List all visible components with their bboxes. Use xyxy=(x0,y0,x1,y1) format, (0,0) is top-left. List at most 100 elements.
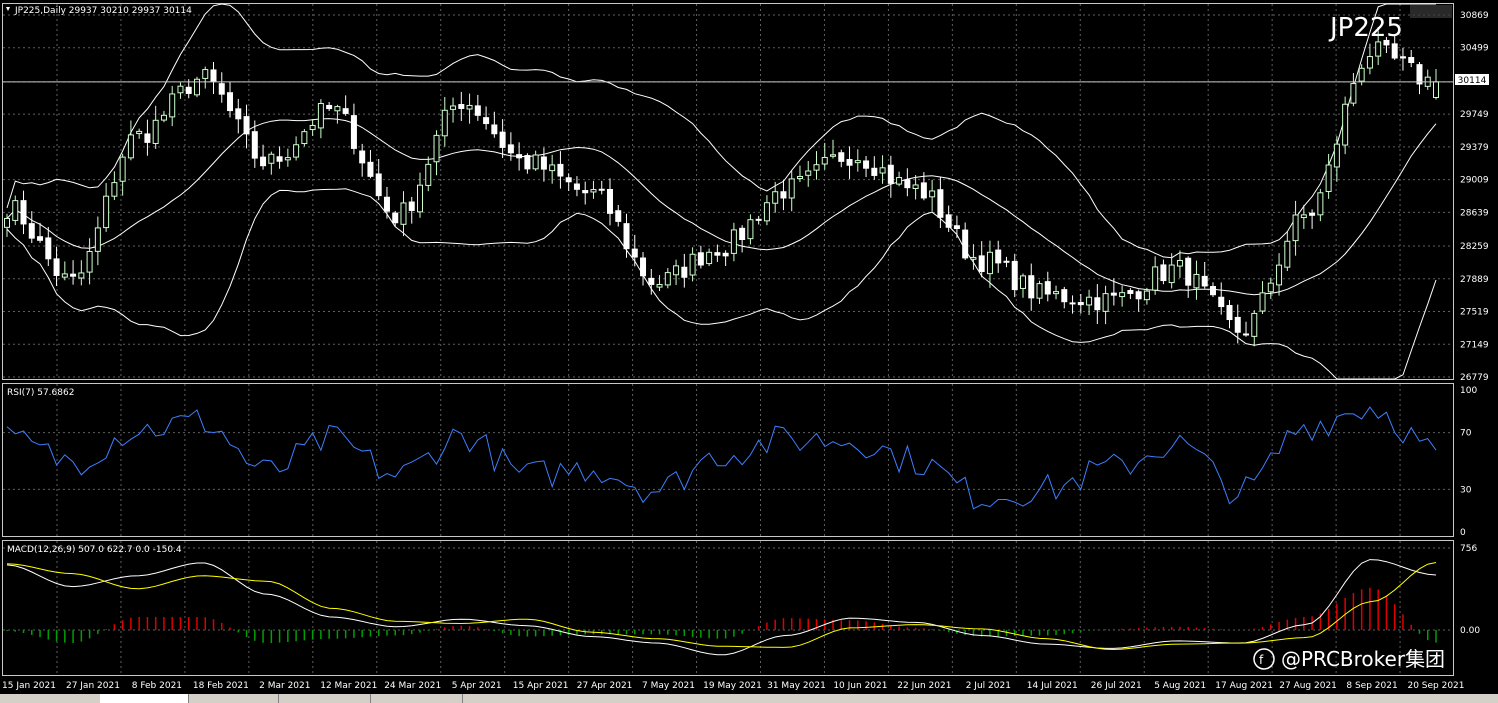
candle-bear xyxy=(37,236,44,241)
candle-bull xyxy=(334,106,341,112)
candle-bear xyxy=(227,92,234,112)
candle-bull xyxy=(1317,192,1324,216)
candle-bear xyxy=(780,191,787,199)
candle-bear xyxy=(1011,260,1018,291)
candle-bear xyxy=(904,179,911,189)
price-tick-label: 28639 xyxy=(1460,208,1489,218)
macd-panel-title: MACD(12,26,9) 507.0 622.7 0.0 -150.4 xyxy=(7,545,182,555)
candle-bull xyxy=(821,156,828,165)
price-panel-title: JP225,Daily 29937 30210 29937 30114 xyxy=(14,6,192,16)
candle-bull xyxy=(425,163,432,186)
candle-bull xyxy=(879,167,886,174)
candle-bear xyxy=(483,117,490,125)
candle-bear xyxy=(739,227,746,241)
candle-bull xyxy=(1143,290,1150,301)
candle-bear xyxy=(755,218,762,221)
candle-bear xyxy=(565,177,572,183)
candle-bear xyxy=(697,252,704,266)
candle-bear xyxy=(524,155,531,170)
candle-bull xyxy=(86,250,93,273)
candle-bear xyxy=(887,164,894,184)
candle-bull xyxy=(309,124,316,131)
candle-bull xyxy=(160,114,167,121)
candle-bear xyxy=(218,83,225,95)
candle-bull xyxy=(417,184,424,213)
candle-bull xyxy=(689,253,696,276)
candle-bear xyxy=(1160,264,1167,282)
candle-bear xyxy=(863,160,870,169)
candle-bear xyxy=(846,159,853,166)
date-tick-label: 27 Apr 2021 xyxy=(577,681,633,691)
chart-tab-4[interactable] xyxy=(278,694,371,703)
candle-bear xyxy=(582,190,589,194)
date-tick-label: 5 Aug 2021 xyxy=(1154,681,1206,691)
candle-bull xyxy=(664,272,671,286)
candle-bear xyxy=(1234,316,1241,333)
candle-bull xyxy=(441,109,448,137)
candle-bear xyxy=(185,86,192,94)
date-tick-label: 18 Feb 2021 xyxy=(193,681,249,691)
chart-tab-3[interactable] xyxy=(188,694,279,703)
price-tick-label: 27519 xyxy=(1460,308,1489,318)
candle-bull xyxy=(796,175,803,180)
candle-bear xyxy=(714,252,721,256)
candle-bull xyxy=(1350,83,1357,104)
candle-bull xyxy=(127,134,134,159)
candle-bear xyxy=(1094,297,1101,311)
candle-bear xyxy=(1218,296,1225,308)
candle-bear xyxy=(210,69,217,82)
candle-bear xyxy=(1003,260,1010,263)
candle-bull xyxy=(772,191,779,204)
candle-bear xyxy=(1061,289,1068,303)
candle-bull xyxy=(763,202,770,222)
candle-bull xyxy=(912,184,919,189)
candle-bear xyxy=(1127,290,1134,294)
candle-bull xyxy=(1342,103,1349,146)
current-price-label: 30114 xyxy=(1458,76,1487,86)
candle-bull xyxy=(78,272,85,279)
candle-bear xyxy=(260,156,267,167)
candle-bull xyxy=(673,265,680,276)
candle-bear xyxy=(375,173,382,197)
candle-bull xyxy=(656,283,663,288)
candle-bull xyxy=(1168,264,1175,284)
candle-bear xyxy=(251,131,258,159)
candle-bull xyxy=(169,93,176,118)
candle-bear xyxy=(1044,281,1051,295)
candle-bear xyxy=(1069,302,1076,305)
candle-bull xyxy=(1019,275,1026,289)
date-tick-label: 8 Feb 2021 xyxy=(132,681,182,691)
date-tick-label: 2 Jul 2021 xyxy=(966,681,1011,691)
candle-bear xyxy=(326,104,333,110)
candle-bull xyxy=(1102,293,1109,312)
price-title-group: JP225,Daily 29937 30210 29937 30114 xyxy=(6,6,192,16)
candle-bear xyxy=(53,258,60,276)
candle-bull xyxy=(854,160,861,164)
candle-bear xyxy=(45,237,52,260)
candle-bull xyxy=(549,164,556,172)
candle-bull xyxy=(532,154,539,170)
date-tick-label: 14 Jul 2021 xyxy=(1027,681,1078,691)
date-tick-label: 15 Jan 2021 xyxy=(2,681,56,691)
chart-tab-5[interactable] xyxy=(370,694,463,703)
candle-bear xyxy=(499,131,506,148)
candle-bull xyxy=(1267,282,1274,293)
candle-bull xyxy=(1366,56,1373,69)
candle-bear xyxy=(995,249,1002,264)
rsi-tick-label: 70 xyxy=(1460,429,1472,439)
candle-bear xyxy=(606,188,613,214)
price-tick-label: 29749 xyxy=(1460,110,1489,120)
price-tick-label: 27149 xyxy=(1460,340,1489,350)
chart-tab-1[interactable] xyxy=(0,694,101,703)
candle-bear xyxy=(640,257,647,277)
brand-watermark-group: f @PRCBroker集团 xyxy=(1253,647,1445,671)
candle-bull xyxy=(730,229,737,254)
chart-tab-active[interactable] xyxy=(100,694,189,703)
candle-bull xyxy=(830,154,837,157)
candle-bear xyxy=(648,277,655,285)
candle-bull xyxy=(1259,292,1266,312)
candle-bear xyxy=(235,108,242,120)
chart-canvas[interactable]: 30869 30499 29749 29379 29009 28639 28259 27889… xyxy=(0,0,1498,703)
candle-bull xyxy=(1176,259,1183,267)
candle-bear xyxy=(615,210,622,222)
